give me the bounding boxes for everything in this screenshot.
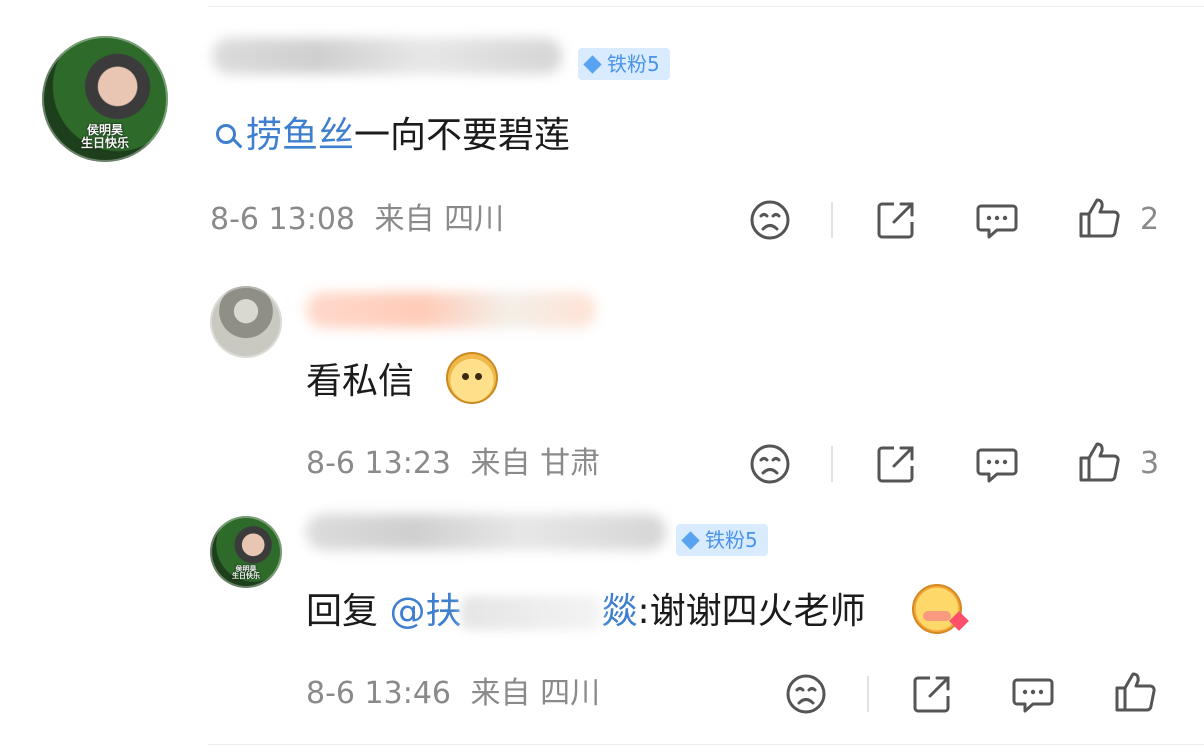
username-blurred[interactable] xyxy=(306,514,666,550)
sad-face-icon[interactable] xyxy=(784,672,828,716)
comment-body: 看私信 xyxy=(306,361,415,402)
hashtag-link[interactable]: 捞鱼丝 xyxy=(216,115,354,156)
diamond-icon xyxy=(681,530,700,550)
mention-blurred xyxy=(461,596,602,630)
comment-text: 看私信 xyxy=(306,360,414,404)
username-blurred[interactable] xyxy=(212,38,562,74)
doge-emoji-icon xyxy=(446,352,498,404)
share-icon[interactable] xyxy=(874,198,918,242)
fan-badge[interactable]: 铁粉5 xyxy=(578,48,670,80)
comment-icon[interactable] xyxy=(975,198,1019,242)
comment-body: :谢谢四火老师 xyxy=(637,591,866,632)
comment-meta: 8-6 13:08 来自 四川 xyxy=(210,202,504,238)
sad-face-icon[interactable] xyxy=(748,198,792,242)
avatar-caption: 侯明昊 生日快乐 xyxy=(210,565,282,581)
action-separator xyxy=(867,676,869,712)
avatar-caption: 侯明昊 生日快乐 xyxy=(42,124,168,149)
mention-end: 燚 xyxy=(601,591,638,632)
thumbs-up-icon[interactable] xyxy=(1113,670,1157,714)
mention-link[interactable]: @扶 燚 xyxy=(389,591,637,632)
timestamp: 8-6 13:23 xyxy=(306,446,451,481)
username-blurred[interactable] xyxy=(306,292,596,328)
comment-icon[interactable] xyxy=(1011,672,1055,716)
like-count: 3 xyxy=(1140,446,1160,481)
reply-prefix: 回复 xyxy=(306,591,379,632)
comment-meta: 8-6 13:23 来自 甘肃 xyxy=(306,446,600,482)
bottom-divider xyxy=(208,744,1204,745)
action-separator xyxy=(831,202,833,238)
share-icon[interactable] xyxy=(874,442,918,486)
comment-body: 一向不要碧莲 xyxy=(354,115,571,156)
fan-badge[interactable]: 铁粉5 xyxy=(676,524,768,556)
avatar-caption-line: 生日快乐 xyxy=(232,572,260,581)
timestamp: 8-6 13:08 xyxy=(210,202,355,237)
location: 来自 四川 xyxy=(470,676,601,711)
location: 来自 四川 xyxy=(374,202,505,237)
like-count: 2 xyxy=(1140,202,1160,237)
diamond-icon xyxy=(583,54,602,74)
avatar-caption-line: 侯明昊 xyxy=(86,123,123,138)
thumbs-up-icon[interactable] xyxy=(1077,440,1121,484)
badge-label: 铁粉5 xyxy=(705,528,758,552)
hashtag-label: 捞鱼丝 xyxy=(246,115,355,156)
mention-at: @ xyxy=(389,591,426,632)
avatar[interactable]: 侯明昊 生日快乐 xyxy=(42,36,168,162)
thumbs-up-icon[interactable] xyxy=(1077,196,1121,240)
location: 来自 甘肃 xyxy=(470,446,601,481)
avatar[interactable] xyxy=(210,286,282,358)
comment-meta: 8-6 13:46 来自 四川 xyxy=(306,676,600,712)
search-icon xyxy=(216,124,236,144)
badge-label: 铁粉5 xyxy=(607,52,660,76)
comment-text: 回复 @扶 燚:谢谢四火老师 xyxy=(306,590,866,634)
timestamp: 8-6 13:46 xyxy=(306,676,451,711)
comment-text: 捞鱼丝一向不要碧莲 xyxy=(216,114,570,158)
avatar-caption-line: 生日快乐 xyxy=(80,135,129,150)
sad-face-icon[interactable] xyxy=(748,442,792,486)
share-icon[interactable] xyxy=(910,672,954,716)
avatar[interactable]: 侯明昊 生日快乐 xyxy=(210,516,282,588)
action-separator xyxy=(831,446,833,482)
mention-start: 扶 xyxy=(425,591,462,632)
avatar-ring xyxy=(210,286,282,358)
top-divider xyxy=(208,6,1204,7)
comment-icon[interactable] xyxy=(975,442,1019,486)
